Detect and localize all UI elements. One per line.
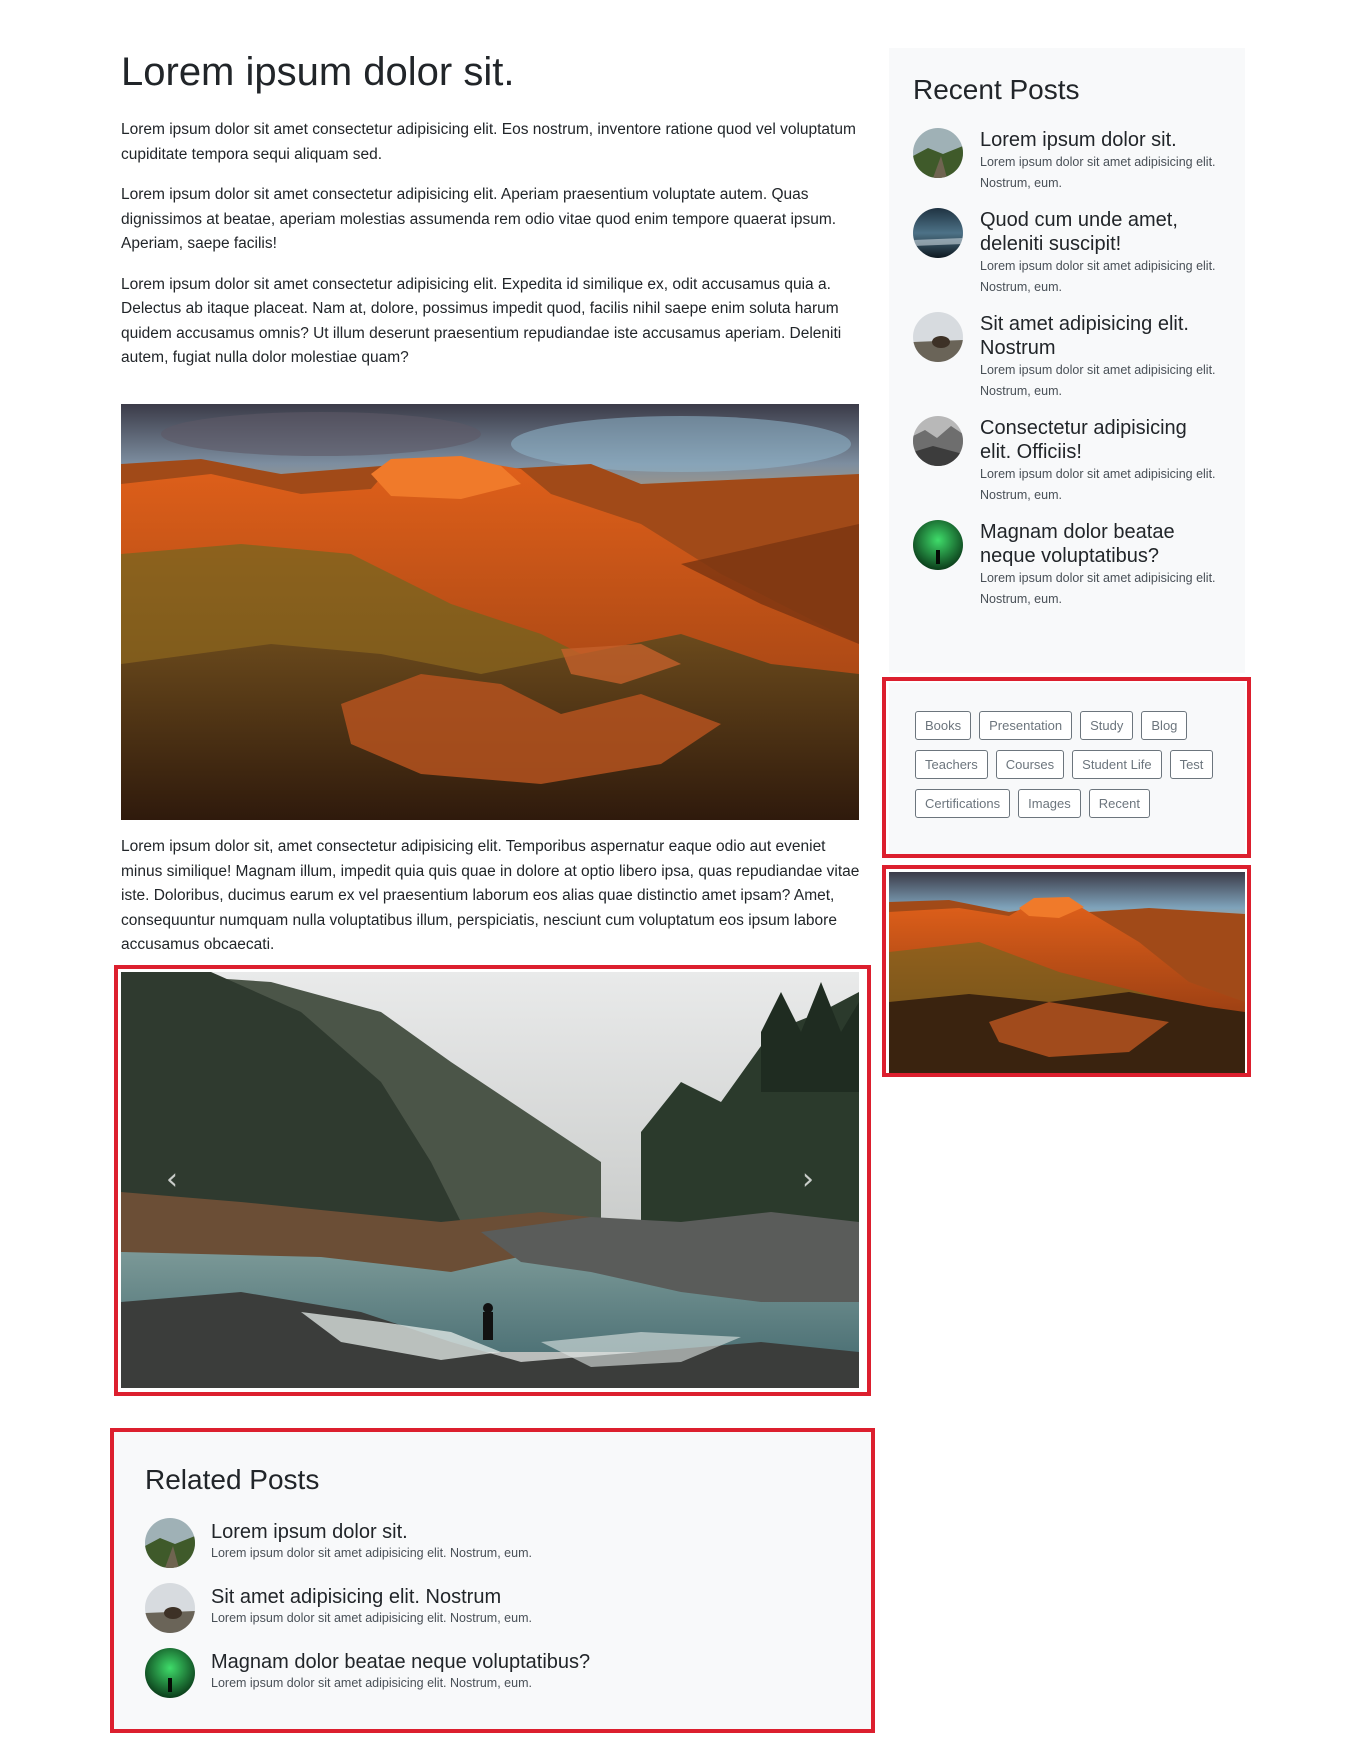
article-paragraph: Lorem ipsum dolor sit amet consectetur a… xyxy=(121,275,842,367)
recent-post-excerpt: Lorem ipsum dolor sit amet adipisicing e… xyxy=(980,467,1216,502)
recent-post-excerpt: Lorem ipsum dolor sit amet adipisicing e… xyxy=(980,259,1216,294)
recent-post-item[interactable]: Sit amet adipisicing elit. Nostrum Lorem… xyxy=(913,312,1221,402)
forest-river-photo xyxy=(121,972,859,1388)
chevron-left-icon[interactable]: ‹ xyxy=(166,1165,178,1195)
recent-post-title[interactable]: Quod cum unde amet, deleniti suscipit! xyxy=(980,208,1221,256)
recent-post-title[interactable]: Consectetur adipisicing elit. Officiis! xyxy=(980,416,1221,464)
recent-post-item[interactable]: Lorem ipsum dolor sit. Lorem ipsum dolor… xyxy=(913,128,1221,194)
related-posts-highlight-frame xyxy=(110,1428,875,1733)
sidebar-photo-highlight-frame xyxy=(882,865,1251,1077)
recent-post-item[interactable]: Quod cum unde amet, deleniti suscipit! L… xyxy=(913,208,1221,298)
post-thumbnail xyxy=(913,416,963,466)
canyon-sunset-photo xyxy=(121,404,859,820)
recent-post-excerpt: Lorem ipsum dolor sit amet adipisicing e… xyxy=(980,155,1216,190)
recent-post-title[interactable]: Magnam dolor beatae neque voluptatibus? xyxy=(980,520,1221,568)
post-thumbnail xyxy=(913,520,963,570)
recent-posts-panel: Recent Posts Lorem ipsum dolor sit. Lore… xyxy=(889,48,1245,673)
recent-post-item[interactable]: Consectetur adipisicing elit. Officiis! … xyxy=(913,416,1221,506)
post-thumbnail xyxy=(913,128,963,178)
recent-post-item[interactable]: Magnam dolor beatae neque voluptatibus? … xyxy=(913,520,1221,610)
image-carousel[interactable]: ‹ › xyxy=(121,972,859,1388)
article: Lorem ipsum dolor sit. Lorem ipsum dolor… xyxy=(121,48,860,387)
article-paragraph: Lorem ipsum dolor sit amet consectetur a… xyxy=(121,186,837,252)
article-paragraph: Lorem ipsum dolor sit, amet consectetur … xyxy=(121,838,860,953)
page-title: Lorem ipsum dolor sit. xyxy=(121,50,515,94)
recent-post-title[interactable]: Sit amet adipisicing elit. Nostrum xyxy=(980,312,1221,360)
recent-post-title[interactable]: Lorem ipsum dolor sit. xyxy=(980,128,1221,152)
chevron-right-icon[interactable]: › xyxy=(802,1165,814,1195)
recent-post-excerpt: Lorem ipsum dolor sit amet adipisicing e… xyxy=(980,363,1216,398)
article-paragraph: Lorem ipsum dolor sit amet consectetur a… xyxy=(121,121,856,163)
post-thumbnail xyxy=(913,208,963,258)
recent-post-excerpt: Lorem ipsum dolor sit amet adipisicing e… xyxy=(980,571,1216,606)
recent-posts-heading: Recent Posts xyxy=(913,74,1080,105)
post-thumbnail xyxy=(913,312,963,362)
tags-highlight-frame xyxy=(882,677,1251,858)
